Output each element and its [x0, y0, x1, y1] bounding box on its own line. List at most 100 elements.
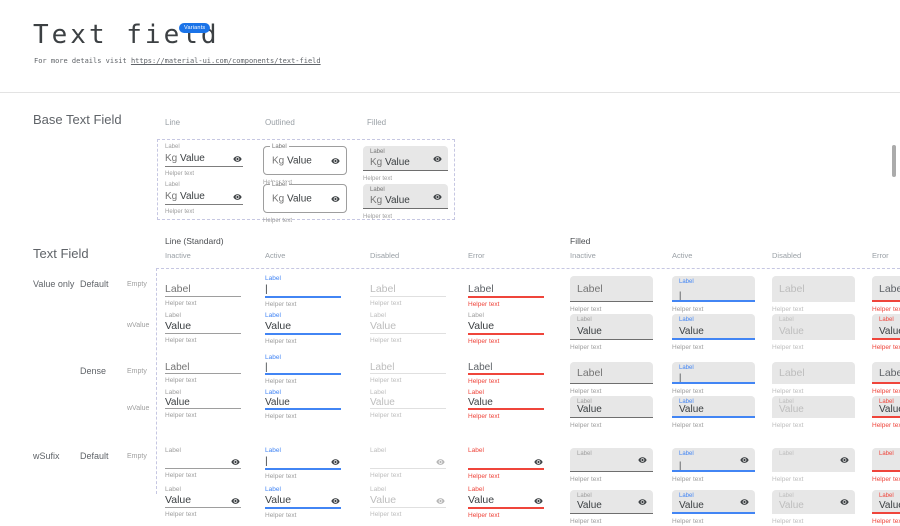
textfield-line-inactive[interactable]: Label Label Helper text	[165, 354, 241, 385]
textfield-line-disabled[interactable]: Label Value Helper text	[370, 485, 446, 519]
helper-text: Helper text	[370, 300, 446, 308]
field-underline	[165, 373, 241, 374]
field-label-small: Label	[265, 446, 341, 455]
textfield-filled-error[interactable]: Label Helper text	[872, 276, 900, 314]
textfield-filled-error[interactable]: Label Helper text	[872, 362, 900, 396]
helper-text: Helper text	[265, 413, 341, 421]
textfield-line-error[interactable]: Label Value Helper text	[468, 311, 544, 346]
textfield-line-inactive[interactable]: Label Value Helper text	[165, 311, 241, 345]
textfield-filled-error[interactable]: LabelValue Helper text	[872, 490, 900, 526]
field-underline	[672, 338, 755, 340]
filled-background: Label|	[672, 448, 755, 472]
textfield-filled-error[interactable]: Label Helper text	[872, 448, 900, 484]
textfield-filled-error[interactable]: LabelValue Helper text	[872, 314, 900, 352]
textfield-filled-inactive[interactable]: LabelValue Helper text	[570, 314, 653, 352]
helper-text: Helper text	[672, 422, 755, 430]
state-header-error: Error	[872, 251, 889, 260]
textfield-line-active[interactable]: Label Value Helper text	[265, 389, 341, 421]
state-header-active: Active	[672, 251, 692, 260]
field-underline	[468, 333, 544, 335]
textfield-filled-active[interactable]: LabelValue Helper text	[672, 490, 755, 526]
helper-text: Helper text	[165, 170, 243, 178]
helper-text: Helper text	[468, 512, 544, 520]
visibility-eye-icon	[331, 457, 340, 466]
base-textfield-filled[interactable]: Label Kg Value Helper text	[363, 184, 448, 221]
field-label: Label	[879, 362, 900, 384]
textfield-line-active[interactable]: Label Value Helper text	[265, 485, 341, 520]
textfield-filled-disabled[interactable]: LabelValue Helper text	[772, 314, 855, 352]
field-underline	[872, 416, 900, 418]
textfield-line-active[interactable]: Label Value Helper text	[265, 311, 341, 346]
textfield-filled-active[interactable]: Label| Helper text	[672, 448, 755, 484]
field-underline	[468, 468, 544, 470]
textfield-filled-inactive[interactable]: LabelValue Helper text	[570, 396, 653, 430]
textfield-line-active[interactable]: Label | Helper text	[265, 446, 341, 481]
textfield-line-error[interactable]: Label Label Helper text	[468, 354, 544, 386]
helper-text: Helper text	[265, 301, 341, 309]
group-header-line: Line (Standard)	[165, 236, 224, 246]
textfield-line-disabled[interactable]: Label Helper text	[370, 446, 446, 480]
vertical-scrollbar[interactable]	[892, 145, 896, 177]
field-underline	[265, 373, 341, 375]
docs-link[interactable]: https://material-ui.com/components/text-…	[131, 57, 321, 65]
helper-text: Helper text	[165, 337, 241, 345]
textfield-filled-active[interactable]: Label| Helper text	[672, 362, 755, 396]
textfield-filled-inactive[interactable]: LabelValue Helper text	[570, 490, 653, 526]
field-underline	[570, 471, 653, 472]
textfield-filled-inactive[interactable]: Label Helper text	[570, 276, 653, 314]
visibility-eye-icon	[231, 496, 240, 505]
helper-text: Helper text	[165, 377, 241, 385]
visibility-eye-icon	[231, 457, 240, 466]
field-label: Label	[165, 283, 191, 295]
textfield-line-active[interactable]: Label | Helper text	[265, 354, 341, 386]
helper-text: Helper text	[468, 378, 544, 386]
textfield-filled-disabled[interactable]: LabelValue Helper text	[772, 396, 855, 430]
base-textfield-outlined[interactable]: Label Kg Value Helper text	[263, 181, 347, 225]
visibility-eye-icon	[433, 192, 442, 201]
text-cursor: |	[265, 283, 268, 295]
textfield-line-inactive[interactable]: Label Value Helper text	[165, 389, 241, 420]
helper-text: Helper text	[165, 300, 241, 308]
field-underline	[570, 513, 653, 514]
textfield-line-disabled[interactable]: Label Value Helper text	[370, 389, 446, 420]
base-textfield-filled[interactable]: Label Kg Value Helper text	[363, 146, 448, 183]
field-underline	[872, 470, 900, 472]
field-value: Value	[370, 397, 395, 408]
textfield-filled-disabled[interactable]: LabelValue Helper text	[772, 490, 855, 526]
textfield-filled-disabled[interactable]: Label Helper text	[772, 276, 855, 314]
helper-text: Helper text	[265, 473, 341, 481]
field-label-small: Label	[577, 493, 592, 500]
textfield-filled-disabled[interactable]: Label Helper text	[772, 362, 855, 396]
field-value: Value	[370, 494, 396, 506]
field-label-small: Label	[370, 187, 385, 193]
textfield-line-disabled[interactable]: Label Value Helper text	[370, 311, 446, 345]
base-textfield-line[interactable]: Label Kg Value Helper text	[165, 143, 243, 178]
field-value: Value	[679, 326, 704, 337]
textfield-filled-error[interactable]: LabelValue Helper text	[872, 396, 900, 430]
textfield-line-error[interactable]: Label Value Helper text	[468, 485, 544, 520]
textfield-line-inactive[interactable]: Label Value Helper text	[165, 485, 241, 519]
textfield-line-error[interactable]: Label Helper text	[468, 446, 544, 481]
textfield-filled-active[interactable]: LabelValue Helper text	[672, 396, 755, 430]
base-col-line: Line	[165, 118, 180, 127]
textfield-line-inactive[interactable]: Label Helper text	[165, 446, 241, 480]
grid-frame-outline-top	[156, 268, 900, 269]
textfield-line-disabled[interactable]: Label Label Helper text	[370, 354, 446, 385]
textfield-filled-inactive[interactable]: Label Helper text	[570, 448, 653, 484]
field-underline	[672, 300, 755, 302]
helper-text: Helper text	[772, 518, 855, 526]
textfield-filled-disabled[interactable]: Label Helper text	[772, 448, 855, 484]
textfield-filled-active[interactable]: Label| Helper text	[672, 276, 755, 314]
textfield-filled-inactive[interactable]: Label Helper text	[570, 362, 653, 396]
base-textfield-line[interactable]: Label Kg Value Helper text	[165, 181, 243, 216]
textfield-line-error[interactable]: Label Value Helper text	[468, 389, 544, 421]
textfield-line-disabled[interactable]: Label Label Helper text	[370, 274, 446, 308]
textfield-line-active[interactable]: Label | Helper text	[265, 274, 341, 309]
helper-text: Helper text	[165, 208, 243, 216]
helper-text: Helper text	[263, 217, 347, 225]
textfield-line-error[interactable]: Label Label Helper text	[468, 274, 544, 309]
textfield-filled-active[interactable]: LabelValue Helper text	[672, 314, 755, 352]
field-label-small: Label	[165, 143, 243, 152]
visibility-eye-icon	[840, 498, 849, 507]
textfield-line-inactive[interactable]: Label Label Helper text	[165, 274, 241, 308]
